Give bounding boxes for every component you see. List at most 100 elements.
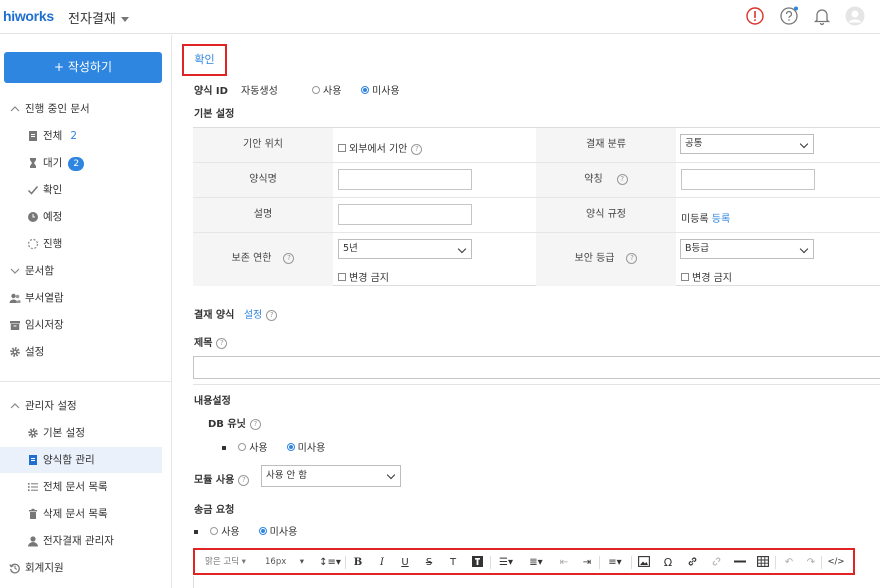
font-size-dropdown[interactable]: 16px ▾ xyxy=(265,556,304,569)
text-color-icon[interactable]: T xyxy=(446,556,460,569)
clock-icon xyxy=(28,212,38,222)
font-family-dropdown[interactable]: 맑은 고딕 ▾ xyxy=(205,556,246,569)
module-use-select[interactable]: 사용 안 함 xyxy=(261,465,401,487)
divider xyxy=(775,556,776,569)
security-select[interactable]: B등급 xyxy=(680,239,814,259)
form-id-use-radio[interactable]: 사용 xyxy=(312,82,341,97)
sidebar-item-form-box[interactable]: 양식함 관리 xyxy=(0,447,162,473)
help-icon[interactable] xyxy=(779,6,799,26)
app-title-dropdown[interactable]: 전자결재 xyxy=(68,8,129,27)
link-icon[interactable] xyxy=(685,556,699,569)
checkbox-icon xyxy=(681,273,689,281)
sidebar-item-basic-settings[interactable]: 기본 설정 xyxy=(0,420,172,446)
db-unit-not-use-radio[interactable]: 미사용 xyxy=(286,443,325,454)
strikethrough-icon[interactable]: S xyxy=(422,556,436,569)
sidebar-item-deleted-docs[interactable]: 삭제 문서 목록 xyxy=(0,501,172,527)
divider xyxy=(490,556,491,569)
sidebar-item-all-docs[interactable]: 전체 문서 목록 xyxy=(0,474,172,500)
approval-category-select[interactable]: 공통 xyxy=(680,134,814,154)
special-char-icon[interactable]: Ω xyxy=(661,556,675,569)
checkbox-label: 외부에서 기안 xyxy=(349,144,408,155)
section-admin[interactable]: 관리자 설정 xyxy=(0,393,172,419)
numbered-list-icon[interactable]: ≣▾ xyxy=(525,556,547,569)
table-icon[interactable] xyxy=(756,556,770,569)
indent-icon[interactable]: ⇥ xyxy=(580,556,594,569)
divider xyxy=(345,556,346,569)
approval-form-setting-link[interactable]: 설정 xyxy=(244,310,262,321)
help-icon[interactable]: ? xyxy=(411,143,423,155)
horizontal-rule-icon[interactable] xyxy=(733,556,747,569)
sidebar-item-label: 확인 xyxy=(43,184,63,196)
sidebar-item-settings[interactable]: 설정 xyxy=(0,339,172,365)
form-rules-label: 양식 규정 xyxy=(536,198,676,232)
sidebar-item-waiting[interactable]: 대기 2 xyxy=(0,150,172,176)
avatar[interactable] xyxy=(845,6,865,26)
unlink-icon[interactable] xyxy=(709,556,723,569)
description-input[interactable] xyxy=(338,204,472,225)
abbreviation-input[interactable] xyxy=(681,169,815,190)
subject-input[interactable] xyxy=(193,356,880,379)
section-in-progress[interactable]: 진행 중인 문서 xyxy=(0,96,172,122)
draft-location-label: 기안 위치 xyxy=(193,128,333,162)
italic-icon[interactable]: I xyxy=(375,556,389,569)
form-name-input[interactable] xyxy=(338,169,472,190)
hourglass-icon xyxy=(30,158,36,168)
bullet-list-icon[interactable]: ☰▾ xyxy=(495,556,517,569)
code-view-icon[interactable]: </> xyxy=(826,556,846,569)
retention-no-change-checkbox[interactable]: 변경 금지 xyxy=(338,269,389,284)
divider xyxy=(631,556,632,569)
help-icon[interactable]: ? xyxy=(249,418,261,430)
editor-body[interactable] xyxy=(193,576,880,588)
help-icon[interactable]: ? xyxy=(238,474,250,486)
db-unit-use-radio[interactable]: 사용 xyxy=(238,443,268,454)
undo-icon[interactable]: ↶ xyxy=(782,556,796,569)
compose-button[interactable]: + 작성하기 xyxy=(4,52,162,83)
chevron-down-icon xyxy=(10,268,20,274)
retention-select[interactable]: 5년 xyxy=(338,239,472,259)
sidebar-item-confirm[interactable]: 확인 xyxy=(0,177,172,203)
picture-icon xyxy=(638,556,650,567)
sidebar-item-all[interactable]: 전체 2 xyxy=(0,123,172,149)
confirm-button[interactable]: 확인 xyxy=(182,44,227,76)
sidebar-item-dept-view[interactable]: 부서열람 xyxy=(0,285,172,311)
list-icon xyxy=(28,483,38,491)
bold-icon[interactable]: B xyxy=(351,556,365,569)
security-no-change-checkbox[interactable]: 변경 금지 xyxy=(681,269,732,284)
logo[interactable]: hiworks xyxy=(3,8,54,24)
underline-icon[interactable]: U xyxy=(398,556,412,569)
table-row: 양식명 약칭? xyxy=(193,163,880,198)
sidebar-item-accounting[interactable]: 회계지원 xyxy=(0,555,172,581)
line-height-icon[interactable]: ↕≡▾ xyxy=(319,556,341,569)
font-family-label: 맑은 고딕 xyxy=(205,557,239,567)
external-draft-checkbox[interactable]: 외부에서 기안? xyxy=(338,140,423,155)
register-link[interactable]: 등록 xyxy=(712,214,730,225)
bell-icon[interactable] xyxy=(812,6,832,26)
help-icon[interactable]: ? xyxy=(283,252,295,264)
redo-icon[interactable]: ↷ xyxy=(804,556,818,569)
content-settings-heading: 내용설정 xyxy=(194,396,231,407)
help-icon[interactable]: ? xyxy=(216,337,228,349)
gear-icon xyxy=(28,428,38,438)
image-icon[interactable] xyxy=(637,556,651,569)
chevron-up-icon xyxy=(10,106,20,112)
text-bgcolor-icon[interactable] xyxy=(470,556,484,569)
sidebar-item-approval-admin[interactable]: 전자결재 관리자 xyxy=(0,528,172,554)
outdent-icon[interactable]: ⇤ xyxy=(557,556,571,569)
form-id-not-use-radio[interactable]: 미사용 xyxy=(361,82,400,97)
section-doc-box[interactable]: 문서함 xyxy=(0,258,172,284)
hr-line-icon xyxy=(734,560,746,563)
send-request-not-use-radio[interactable]: 미사용 xyxy=(258,527,297,538)
sidebar-item-scheduled[interactable]: 예정 xyxy=(0,204,172,230)
security-label: 보안 등급 xyxy=(574,253,615,264)
send-request-use-radio[interactable]: 사용 xyxy=(210,527,240,538)
help-icon[interactable]: ? xyxy=(266,309,278,321)
db-unit-label-wrap: DB 유닛? xyxy=(208,415,261,430)
top-bar: hiworks 전자결재 xyxy=(0,0,880,34)
radio-label: 사용 xyxy=(249,443,268,454)
alert-icon[interactable] xyxy=(745,6,765,26)
sidebar-item-temp-save[interactable]: 임시저장 xyxy=(0,312,172,338)
help-icon[interactable]: ? xyxy=(626,252,638,264)
sidebar-item-in-progress[interactable]: 진행 xyxy=(0,231,172,257)
help-icon[interactable]: ? xyxy=(616,173,628,185)
align-icon[interactable]: ≡▾ xyxy=(604,556,626,569)
